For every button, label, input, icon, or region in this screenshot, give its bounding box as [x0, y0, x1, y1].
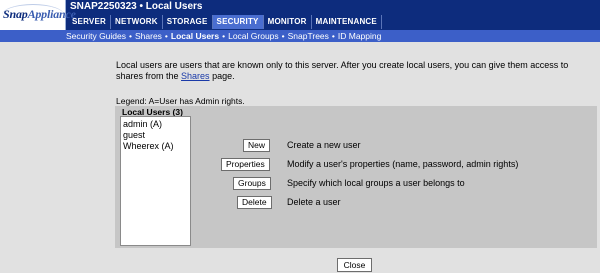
subnav-id-mapping[interactable]: ID Mapping [338, 31, 381, 41]
shares-link[interactable]: Shares [181, 71, 210, 81]
subnav-separator: • [281, 31, 285, 41]
subnav-separator: • [164, 31, 168, 41]
user-item-guest[interactable]: guest [123, 130, 188, 141]
properties-description: Modify a user's properties (name, passwo… [287, 159, 519, 169]
logo-text: SnapAppliance [3, 7, 76, 22]
sub-nav: Security Guides • Shares • Local Users • Local… [0, 30, 600, 42]
user-item-admin[interactable]: admin (A) [123, 119, 188, 130]
subnav-separator: • [331, 31, 335, 41]
local-users-list[interactable]: admin (A) guest Wheerex (A) [120, 116, 191, 246]
nav-security[interactable]: SECURITY [212, 15, 264, 29]
intro-text: Local users are users that are known onl… [116, 60, 596, 82]
intro-text-after: page. [209, 71, 235, 81]
page-title: SNAP2250323 • Local Users [70, 1, 203, 12]
main-nav: SERVER NETWORK STORAGE SECURITY MONITOR … [68, 15, 382, 29]
subnav-separator: • [222, 31, 226, 41]
subnav-separator: • [129, 31, 132, 41]
user-item-wheerex[interactable]: Wheerex (A) [123, 141, 188, 152]
subnav-snaptrees[interactable]: SnapTrees [288, 31, 329, 41]
nav-server[interactable]: SERVER [68, 15, 111, 29]
app-header: SnapAppliance SNAP2250323 • Local Users … [0, 0, 600, 30]
groups-description: Specify which local groups a user belong… [287, 178, 465, 188]
properties-button[interactable]: Properties [221, 158, 270, 171]
snap-appliance-logo: SnapAppliance [0, 0, 76, 30]
new-button[interactable]: New [243, 139, 271, 152]
subnav-shares[interactable]: Shares [135, 31, 162, 41]
new-description: Create a new user [287, 140, 361, 150]
nav-storage[interactable]: STORAGE [163, 15, 213, 29]
delete-button[interactable]: Delete [237, 196, 272, 209]
subnav-local-users[interactable]: Local Users [171, 31, 219, 41]
subnav-local-groups[interactable]: Local Groups [228, 31, 279, 41]
delete-description: Delete a user [287, 197, 341, 207]
subnav-security-guides[interactable]: Security Guides [66, 31, 126, 41]
legend-text: Legend: A=User has Admin rights. [116, 96, 245, 106]
nav-monitor[interactable]: MONITOR [264, 15, 312, 29]
close-button[interactable]: Close [337, 258, 372, 272]
groups-button[interactable]: Groups [233, 177, 271, 190]
nav-network[interactable]: NETWORK [111, 15, 163, 29]
logo-snap: Snap [3, 7, 28, 21]
users-panel: Local Users (3) admin (A) guest Wheerex … [115, 106, 597, 248]
nav-maintenance[interactable]: MAINTENANCE [312, 15, 382, 29]
